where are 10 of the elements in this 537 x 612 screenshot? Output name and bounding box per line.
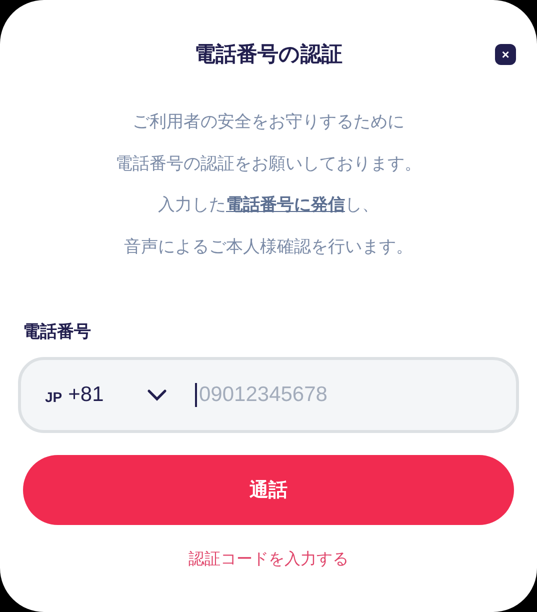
country-select[interactable]: JP +81 bbox=[45, 375, 167, 415]
phone-label: 電話番号 bbox=[23, 321, 92, 343]
call-button[interactable]: 通話 bbox=[23, 455, 514, 525]
dialog-title: 電話番号の認証 bbox=[194, 41, 342, 68]
intro-text: ご利用者の安全をお守りするために 電話番号の認証をお願いしております。 入力した電話番号に発信 し、 音声によるご本人様確認を行います。 bbox=[114, 111, 422, 258]
enter-code-link[interactable]: 認証コードを入力する bbox=[188, 549, 348, 570]
chevron-down-icon bbox=[147, 388, 167, 402]
close-button[interactable]: × bbox=[495, 44, 516, 65]
phone-input[interactable]: 09012345678 bbox=[195, 383, 492, 407]
phone-call-link[interactable]: 電話番号に発信 bbox=[226, 195, 345, 215]
